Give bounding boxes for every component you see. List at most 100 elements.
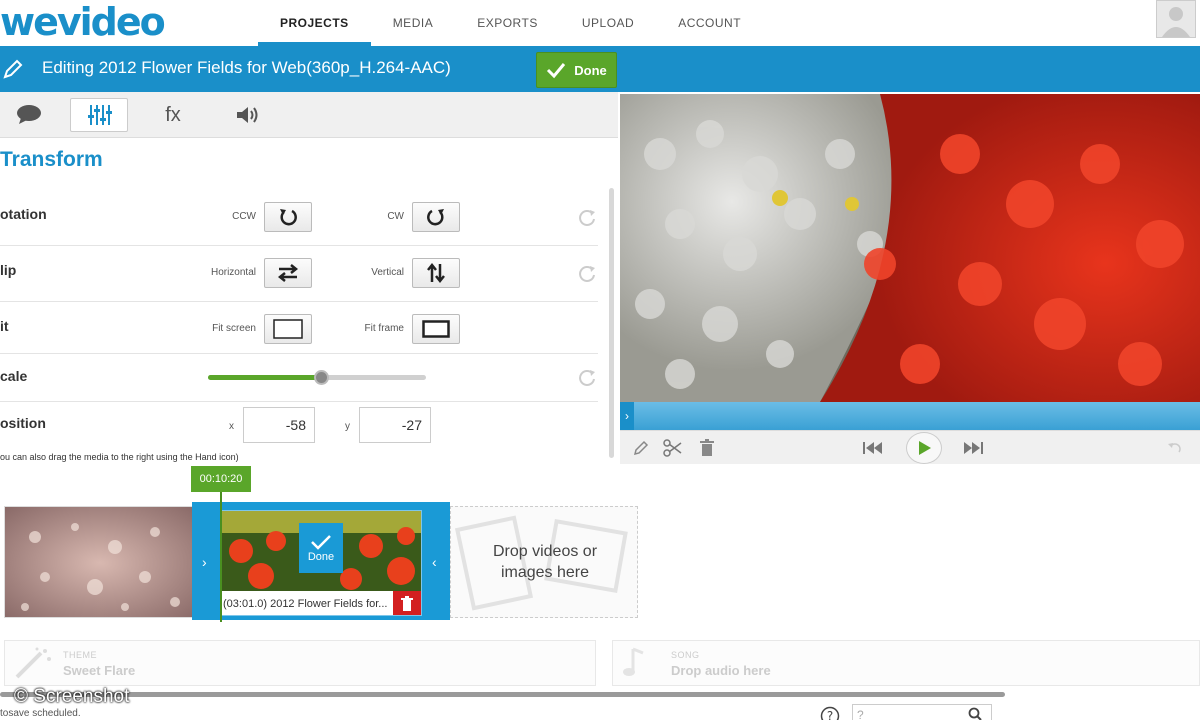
rotate-cw-button[interactable] [412,202,460,232]
x-label: x [229,421,234,432]
pencil-icon [3,59,23,79]
reset-flip-icon[interactable] [577,264,597,284]
fit-frame-button[interactable] [412,314,460,344]
preview-scrubber[interactable]: › [620,402,1200,430]
tab-comment[interactable] [0,98,58,132]
undo-button[interactable] [1164,437,1186,459]
ccw-label: CCW [232,211,256,222]
video-preview: › [620,92,1200,464]
done-button-label: Done [574,62,607,78]
theme-value: Sweet Flare [63,663,136,678]
scrubber-handle[interactable]: › [620,402,634,430]
vertical-label: Vertical [371,267,404,278]
rotate-ccw-button[interactable] [264,202,312,232]
play-icon [919,441,931,455]
fit-screen-label: Fit screen [212,323,256,334]
skip-back-icon [863,442,882,454]
clip-delete-button[interactable] [393,591,421,615]
skip-forward-button[interactable] [962,437,984,459]
tab-fx-label: fx [165,103,181,126]
search-icon[interactable] [968,707,982,720]
position-x-input[interactable]: -58 [243,407,315,443]
theme-track[interactable]: THEME Sweet Flare [4,640,596,686]
fit-row: it Fit screen Fit frame [0,302,598,354]
screenshot-watermark: © Screenshot [14,686,130,707]
timeline-scrollbar[interactable] [0,692,1005,697]
play-button[interactable] [906,432,942,464]
trash-icon [700,439,714,456]
svg-text:?: ? [827,709,833,720]
nav-account[interactable]: ACCOUNT [656,0,763,46]
check-icon [311,535,331,550]
clip-caption: (03:01.0) 2012 Flower Fields for... [221,591,421,615]
dropzone-text: Drop videos or images here [451,541,639,583]
split-button[interactable] [662,437,684,459]
edit-tabs: fx [0,92,618,138]
tab-audio[interactable] [218,98,276,132]
wevideo-logo[interactable]: wevideo [0,2,166,42]
nav-media[interactable]: MEDIA [371,0,456,46]
cw-label: CW [387,211,404,222]
timeline-clip-theme-intro[interactable] [4,506,194,618]
transform-title: Transform [0,148,103,171]
video-frame[interactable] [620,94,1200,402]
help-icon[interactable]: ? [820,706,840,720]
trim-left-handle[interactable]: › [202,554,207,570]
song-track[interactable]: SONG Drop audio here [612,640,1200,686]
undo-icon [1168,443,1181,453]
bokeh-thumbnail [5,507,193,617]
dropzone-line-1: Drop videos or [492,543,598,560]
nav-projects[interactable]: PROJECTS [258,0,371,46]
panel-scrollbar[interactable] [609,188,614,458]
trim-right-handle[interactable]: ‹ [432,554,437,570]
position-y-input[interactable]: -27 [359,407,431,443]
nav-upload[interactable]: UPLOAD [560,0,656,46]
clip-done-button[interactable]: Done [299,523,343,573]
fit-label: it [0,318,9,334]
song-value: Drop audio here [671,663,771,678]
tab-fx[interactable]: fx [144,98,202,132]
scale-label: cale [0,368,28,384]
rotate-cw-icon [427,209,444,226]
reset-rotation-icon[interactable] [577,208,597,228]
position-label: osition [0,415,46,431]
skip-back-button[interactable] [862,437,884,459]
clip-flower-fields[interactable]: Done (03:01.0) 2012 Flower Fields for... [220,510,422,616]
autosave-status: tosave scheduled. [0,708,81,719]
nav-exports[interactable]: EXPORTS [455,0,560,46]
flip-vertical-button[interactable] [412,258,460,288]
selected-clip[interactable]: › ‹ Done (03:01.0) 2012 Flower Fields fo… [192,502,450,620]
tab-transform[interactable] [70,98,128,132]
theme-caption: THEME [63,650,97,660]
flip-horizontal-button[interactable] [264,258,312,288]
song-caption: SONG [671,650,700,660]
delete-button[interactable] [696,437,718,459]
avatar[interactable] [1156,0,1196,38]
page-title: Editing 2012 Flower Fields for Web(360p_… [42,58,451,77]
scale-row: cale [0,354,598,402]
horizontal-label: Horizontal [210,267,256,278]
fit-screen-button[interactable] [264,314,312,344]
edit-pencil-button[interactable] [630,437,652,459]
y-label: y [345,421,350,432]
position-hint: ou can also drag the media to the right … [0,452,239,462]
reset-scale-icon[interactable] [577,368,597,388]
playhead-time[interactable]: 00:10:20 [191,466,251,492]
scale-slider-thumb[interactable] [314,370,330,385]
wevideo-editor: wevideo PROJECTS MEDIA EXPORTS UPLOAD AC… [0,0,1200,720]
rotation-label: otation [0,206,47,222]
music-note-icon [623,647,644,676]
media-dropzone[interactable]: Drop videos or images here [450,506,638,618]
fit-frame-label: Fit frame [364,323,404,334]
scale-slider[interactable] [208,370,426,385]
volume-icon [237,107,258,123]
done-button[interactable]: Done [536,52,617,88]
rotate-ccw-icon [280,209,297,226]
fit-screen-icon [273,319,303,339]
fit-frame-icon [422,320,450,338]
main-nav: PROJECTS MEDIA EXPORTS UPLOAD ACCOUNT [258,0,763,46]
playhead-line[interactable] [220,492,222,622]
dropzone-line-2: images here [500,564,590,581]
scale-slider-fill [208,375,322,380]
top-navigation: wevideo PROJECTS MEDIA EXPORTS UPLOAD AC… [0,0,1200,46]
